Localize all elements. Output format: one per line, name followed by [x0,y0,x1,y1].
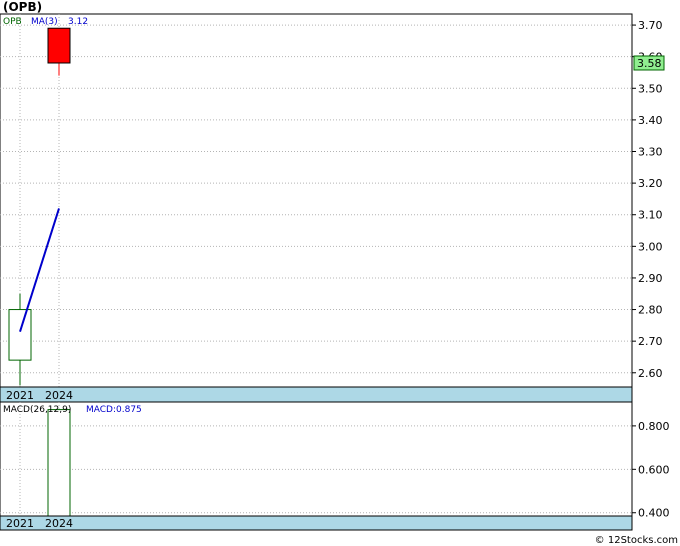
macd-label: MACD(26,12,9) [3,405,71,415]
macd-xtick-label: 2024 [45,517,73,530]
price-plot-area [0,13,633,403]
macd-date-band [0,515,633,531]
macd-value-label: MACD:0.875 [86,405,142,415]
price-tag-text: 3.58 [637,57,662,70]
macd-ytick-label: 0.800 [638,420,670,433]
symbol-label: OPB [3,17,22,27]
candle-body [47,27,71,64]
price-ytick-label: 3.30 [638,146,663,159]
price-ytick-label: 3.70 [638,19,663,32]
price-ytick-label: 2.70 [638,335,663,348]
price-ytick-label: 3.50 [638,82,663,95]
macd-bar [47,409,71,517]
macd-ytick-label: 0.400 [638,507,670,520]
price-ytick-label: 2.60 [638,367,663,380]
price-ytick-label: 2.80 [638,304,663,317]
price-ytick-label: 3.20 [638,177,663,190]
price-ytick-label: 2.90 [638,272,663,285]
price-ytick-label: 3.00 [638,240,663,253]
macd-xtick-label: 2021 [6,517,34,530]
macd-panel: 2021 2024 0.400 0.600 0.800 MACD(26,12,9) M… [0,401,670,531]
last-price-tag: 3.58 [633,55,665,71]
macd-plot-area [0,401,633,531]
price-panel: 2021 2024 2.60 2.70 2.80 2.90 3.00 3.10 3.20 3.3… [0,13,665,403]
price-ytick-label: 3.40 [638,114,663,127]
stock-chart: 2021 2024 2.60 2.70 2.80 2.90 3.00 3.10 3.20 3.3… [0,13,670,531]
candle-body [8,309,32,361]
price-date-band [0,386,633,403]
macd-ytick-label: 0.600 [638,463,670,476]
ma-label: MA(3) [31,17,58,27]
ma-value-label: 3.12 [68,17,88,27]
price-ytick-label: 3.10 [638,209,663,222]
price-xtick-label: 2021 [6,389,34,402]
footer-copyright: © 12Stocks.com [594,535,678,546]
price-xtick-label: 2024 [45,389,73,402]
